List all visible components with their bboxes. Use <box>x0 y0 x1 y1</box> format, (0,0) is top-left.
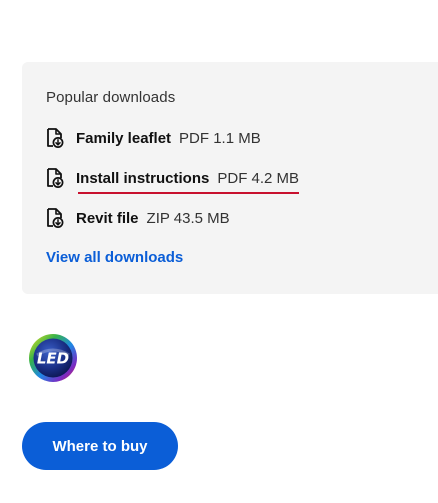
downloads-panel: Popular downloads Family leaflet PDF 1.1… <box>22 62 438 294</box>
view-all-downloads-link[interactable]: View all downloads <box>46 249 183 266</box>
download-meta: PDF 1.1 MB <box>179 129 261 147</box>
led-logo-icon: LED <box>29 334 77 382</box>
download-meta: PDF 4.2 MB <box>217 169 300 187</box>
file-download-icon <box>47 168 64 188</box>
download-item-install-instructions[interactable]: Install instructions PDF 4.2 MB <box>46 166 300 194</box>
file-download-icon <box>47 208 64 228</box>
led-logo-text: LED <box>37 350 69 368</box>
download-item-family-leaflet[interactable]: Family leaflet PDF 1.1 MB <box>46 126 261 150</box>
download-name: Family leaflet <box>76 129 172 147</box>
where-to-buy-button[interactable]: Where to buy <box>22 422 178 470</box>
panel-title: Popular downloads <box>46 89 176 106</box>
download-name: Revit file <box>76 209 139 227</box>
file-download-icon <box>47 128 64 148</box>
download-meta: ZIP 43.5 MB <box>146 209 230 227</box>
download-name: Install instructions <box>76 169 210 187</box>
download-item-revit-file[interactable]: Revit file ZIP 43.5 MB <box>46 206 230 230</box>
